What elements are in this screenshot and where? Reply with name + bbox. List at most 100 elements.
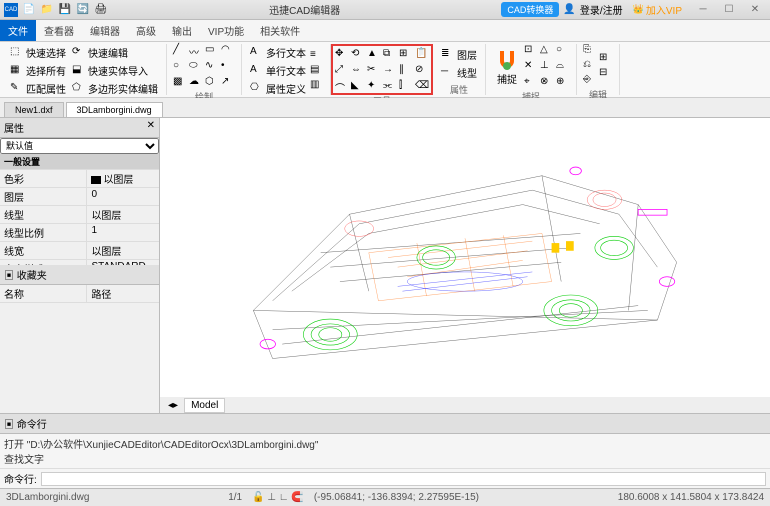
polygon-icon[interactable]: ⬡: [205, 76, 219, 90]
layer-button[interactable]: ≣图层: [439, 46, 479, 63]
command-input[interactable]: [41, 472, 766, 486]
hatch-icon[interactable]: ▩: [173, 76, 187, 90]
open-icon[interactable]: 📁: [40, 3, 54, 17]
extend-icon[interactable]: →: [383, 64, 397, 78]
tab-new1[interactable]: New1.dxf: [4, 102, 64, 117]
wireframe-car: [160, 118, 770, 397]
drawing-canvas[interactable]: [160, 118, 770, 397]
attdef-button[interactable]: ⎔属性定义: [248, 80, 308, 97]
ray-icon[interactable]: ↗: [221, 76, 235, 90]
menu-vip[interactable]: VIP功能: [200, 20, 252, 41]
break-icon[interactable]: ⊘: [415, 64, 429, 78]
erase-icon[interactable]: ⌫: [415, 80, 429, 94]
match-props-button[interactable]: ✎匹配属性: [8, 80, 68, 97]
cloud-icon[interactable]: ☁: [189, 76, 203, 90]
edit5-icon[interactable]: ⊟: [599, 67, 613, 81]
prop-row: 图层0: [0, 188, 159, 206]
rect-icon[interactable]: ▭: [205, 44, 219, 58]
point-icon[interactable]: •: [221, 60, 235, 74]
edit2-icon[interactable]: ⎌: [583, 59, 597, 73]
rotate-icon[interactable]: ⟲: [351, 48, 365, 62]
minimize-icon[interactable]: ─: [692, 3, 714, 17]
move-icon[interactable]: ✥: [335, 48, 349, 62]
snap-mid-icon[interactable]: △: [540, 44, 554, 58]
scale-icon[interactable]: ⤢: [335, 64, 349, 78]
trim-icon[interactable]: ✂: [367, 64, 381, 78]
quick-select-button[interactable]: ⬚快速选择: [8, 44, 68, 61]
snap-int-icon[interactable]: ✕: [524, 60, 538, 74]
model-tab[interactable]: Model: [184, 398, 225, 413]
quick-edit-button[interactable]: ⟳快速编辑: [70, 44, 160, 61]
props-selector[interactable]: 默认值: [0, 138, 159, 154]
paste-icon[interactable]: 📋: [415, 48, 429, 62]
maximize-icon[interactable]: ☐: [718, 3, 740, 17]
snap-nod-icon[interactable]: ⊗: [540, 76, 554, 90]
new-icon[interactable]: 📄: [22, 3, 36, 17]
array-icon[interactable]: ⊞: [399, 48, 413, 62]
command-prompt: 命令行:: [4, 471, 37, 486]
text-tool2-icon[interactable]: ▤: [310, 64, 324, 78]
join-icon[interactable]: ⫘: [383, 80, 397, 94]
menu-viewer[interactable]: 查看器: [36, 20, 82, 41]
edit4-icon[interactable]: ⊞: [599, 52, 613, 66]
snap-nea-icon[interactable]: ⌖: [524, 76, 538, 90]
explode-icon[interactable]: ✦: [367, 80, 381, 94]
props-header: 属性✕: [0, 118, 159, 138]
user-icon[interactable]: 👤: [563, 4, 575, 15]
ribbon-tools-group: ✥ ⟲ ▲ ⧉ ⊞ 📋 ⤢ ⇔ ✂ → ∥ ⊘ ⌒ ◣ ✦ ⫘ ⫿ ⌫ 工具: [331, 44, 433, 95]
mtext-button[interactable]: A多行文本: [248, 44, 308, 61]
status-file: 3DLamborgini.dwg: [6, 492, 89, 503]
menu-editor[interactable]: 编辑器: [82, 20, 128, 41]
print-icon[interactable]: 🖨: [94, 3, 108, 17]
offset-icon[interactable]: ∥: [399, 64, 413, 78]
text-tool-icon[interactable]: ≡: [310, 49, 324, 63]
snap-ins-icon[interactable]: ⊕: [556, 76, 570, 90]
model-next-icon[interactable]: ▸: [173, 400, 178, 411]
spline-icon[interactable]: ∿: [205, 60, 219, 74]
fillet-icon[interactable]: ⌒: [335, 80, 349, 94]
snap-per-icon[interactable]: ⊥: [540, 60, 554, 74]
prop-row: 线型以图层: [0, 206, 159, 224]
props-grid: 一般设置 色彩以图层 图层0 线型以图层 线型比例1 线宽以图层 文字样式STA…: [0, 154, 159, 265]
line-icon[interactable]: ╱: [173, 44, 187, 58]
ribbon-snap-group: 捕捉 ⊡ △ ○ ✕ ⊥ ⌓ ⌖ ⊗ ⊕ 捕捉: [486, 44, 577, 95]
polyline-icon[interactable]: 〰: [189, 44, 203, 58]
menu-related[interactable]: 相关软件: [252, 20, 308, 41]
ribbon-props-group: ≣图层 ─线型 属性: [433, 44, 486, 95]
circle-icon[interactable]: ○: [173, 60, 187, 74]
close-icon[interactable]: ✕: [744, 3, 766, 17]
solid-import-button[interactable]: ⬓快速实体导入: [70, 62, 160, 79]
panel-close-icon[interactable]: ✕: [147, 120, 155, 135]
mirror-icon[interactable]: ▲: [367, 48, 381, 62]
menu-advanced[interactable]: 高级: [128, 20, 164, 41]
text-tool3-icon[interactable]: ▥: [310, 79, 324, 93]
converter-badge[interactable]: CAD转换器: [501, 2, 559, 17]
snap-tan-icon[interactable]: ⌓: [556, 60, 570, 74]
polygon-edit-button[interactable]: ⬠多边形实体编辑: [70, 80, 160, 97]
prop-row: 线型比例1: [0, 224, 159, 242]
ellipse-icon[interactable]: ⬭: [189, 60, 203, 74]
edit3-icon[interactable]: ⎆: [583, 74, 597, 88]
tab-lamborgini[interactable]: 3DLamborgini.dwg: [66, 102, 163, 117]
snap-end-icon[interactable]: ⊡: [524, 44, 538, 58]
favorites-header: ▣ 收藏夹: [0, 265, 159, 285]
edit1-icon[interactable]: ⎘: [583, 44, 597, 58]
arc-icon[interactable]: ◠: [221, 44, 235, 58]
copy-icon[interactable]: ⧉: [383, 48, 397, 62]
refresh-icon[interactable]: 🔄: [76, 3, 90, 17]
stext-button[interactable]: A单行文本: [248, 62, 308, 79]
snap-button[interactable]: 捕捉: [492, 47, 522, 88]
vip-badge[interactable]: 👑加入VIP: [627, 1, 688, 18]
linetype-button[interactable]: ─线型: [439, 64, 479, 81]
menu-file[interactable]: 文件: [0, 20, 36, 41]
chamfer-icon[interactable]: ◣: [351, 80, 365, 94]
select-all-button[interactable]: ▦选择所有: [8, 62, 68, 79]
stretch-icon[interactable]: ⇔: [351, 64, 365, 78]
props-section: 一般设置: [0, 154, 159, 170]
snap-cen-icon[interactable]: ○: [556, 44, 570, 58]
save-icon[interactable]: 💾: [58, 3, 72, 17]
status-icons[interactable]: 🔓 ⊥ ∟ 🧲: [252, 492, 304, 503]
align-icon[interactable]: ⫿: [399, 80, 413, 94]
menu-output[interactable]: 输出: [164, 20, 200, 41]
login-link[interactable]: 登录/注册: [580, 2, 623, 17]
